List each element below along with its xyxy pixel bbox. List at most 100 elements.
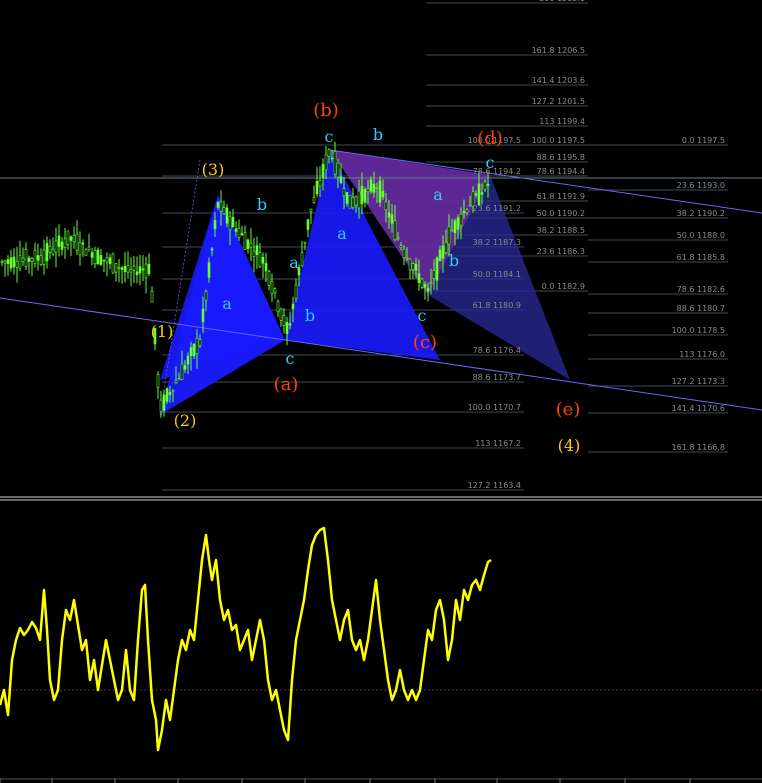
candle-body	[270, 280, 274, 294]
candle-body	[129, 269, 133, 273]
fib-level-label: 0.0 1182.9	[542, 282, 585, 291]
candle-body	[291, 303, 295, 310]
trading-chart: 200 1212.1 161.8 1206.5 141.4 1203.6 127.2 …	[0, 0, 762, 783]
candle-body	[327, 149, 331, 157]
candle-body	[267, 271, 271, 286]
candle-body	[246, 239, 250, 250]
candle-body	[165, 388, 169, 402]
candle-body	[405, 257, 409, 260]
candle-body	[330, 157, 334, 160]
candle-body	[120, 267, 124, 270]
fib-level-label: 50.0 1190.2	[537, 209, 585, 218]
candle-body	[84, 249, 88, 256]
candle-body	[117, 267, 121, 269]
candle-body	[228, 215, 232, 231]
candle-body	[381, 190, 385, 198]
candle-body	[42, 249, 46, 265]
candle-body	[57, 235, 61, 247]
candle-body	[126, 264, 130, 273]
candle-body	[447, 226, 451, 245]
candle-body	[273, 288, 277, 294]
minor-label-a-2: a	[289, 253, 299, 272]
candle-body	[462, 211, 466, 214]
candle-body	[123, 265, 127, 273]
candle-body	[159, 399, 163, 412]
candle-body	[321, 164, 325, 179]
candle-body	[87, 246, 91, 250]
candle-body	[441, 245, 445, 259]
candle-body	[333, 151, 337, 175]
candle-body	[426, 287, 430, 292]
fib-level-label: 38.2 1190.2	[677, 209, 725, 218]
candle-body	[450, 229, 454, 232]
candle-body	[150, 291, 154, 303]
candle-body	[3, 260, 7, 264]
candle-body	[213, 220, 217, 230]
candle-body	[243, 232, 247, 251]
candle-body	[66, 230, 70, 245]
fib-level-label: 127.2 1201.5	[532, 97, 585, 106]
candle-body	[459, 213, 463, 226]
candle-body	[18, 255, 22, 269]
candle-body	[9, 257, 13, 269]
candle-body	[75, 233, 79, 251]
candle-body	[372, 183, 376, 193]
candle-body	[72, 235, 76, 242]
time-axis	[0, 778, 762, 783]
candle-body	[435, 257, 439, 281]
candle-body	[222, 207, 226, 214]
candle-body	[15, 261, 19, 268]
minor-label-a-3: a	[337, 224, 347, 243]
minor-label-c-2: c	[325, 127, 334, 146]
wave-label-1: (1)	[151, 322, 174, 341]
candle-body	[90, 252, 94, 258]
fib-level-label: 78.6 1194.2	[473, 167, 521, 176]
candle-body	[387, 212, 391, 218]
fib-level-label: 23.6 1191.2	[473, 204, 521, 213]
candle-body	[105, 257, 109, 263]
wave-label-e-major: (e)	[556, 399, 581, 420]
fib-level-label: 23.6 1193.0	[677, 181, 725, 190]
candle-body	[114, 263, 118, 273]
candle-body	[456, 217, 460, 230]
candle-body	[348, 194, 352, 209]
candle-body	[303, 241, 307, 244]
fib-level-label: 161.8 1166.8	[672, 443, 725, 452]
candle-body	[345, 192, 349, 204]
candle-body	[249, 242, 253, 248]
candle-body	[174, 380, 178, 383]
minor-label-b-2: b	[305, 306, 315, 325]
fib-level-label: 78.6 1194.4	[537, 167, 585, 176]
candle-body	[54, 240, 58, 253]
candle-body	[318, 180, 322, 187]
candle-body	[39, 255, 43, 266]
minor-label-b-4: b	[449, 251, 459, 270]
candle-body	[198, 339, 202, 346]
candle-body	[279, 308, 283, 321]
oscillator-line	[0, 526, 492, 752]
wave-label-c-major: (c)	[413, 332, 437, 353]
candle-body	[27, 257, 31, 262]
candle-body	[468, 204, 472, 207]
candle-body	[108, 257, 112, 264]
candle-body	[186, 355, 190, 365]
candle-body	[141, 268, 145, 271]
candle-body	[315, 180, 319, 195]
fib-level-label: 141.4 1170.6	[672, 404, 725, 413]
fib-level-label: 113 1199.4	[539, 117, 585, 126]
candle-body	[483, 181, 487, 190]
candle-body	[351, 197, 355, 208]
candle-body	[237, 227, 241, 238]
fib-level-label: 61.8 1185.8	[677, 253, 725, 262]
candle-body	[231, 217, 235, 228]
wave-label-3: (3)	[202, 160, 225, 179]
fibonacci-labels: 200 1212.1 161.8 1206.5 141.4 1203.6 127.2 …	[468, 0, 725, 490]
minor-label-c-3: c	[418, 306, 427, 325]
candle-body	[393, 220, 397, 240]
candle-body	[51, 248, 55, 255]
candle-body	[276, 301, 280, 313]
fib-level-label: 38.2 1188.5	[537, 226, 585, 235]
candle-body	[342, 188, 346, 196]
candle-body	[264, 263, 268, 272]
fib-level-label: 161.8 1206.5	[532, 46, 585, 55]
